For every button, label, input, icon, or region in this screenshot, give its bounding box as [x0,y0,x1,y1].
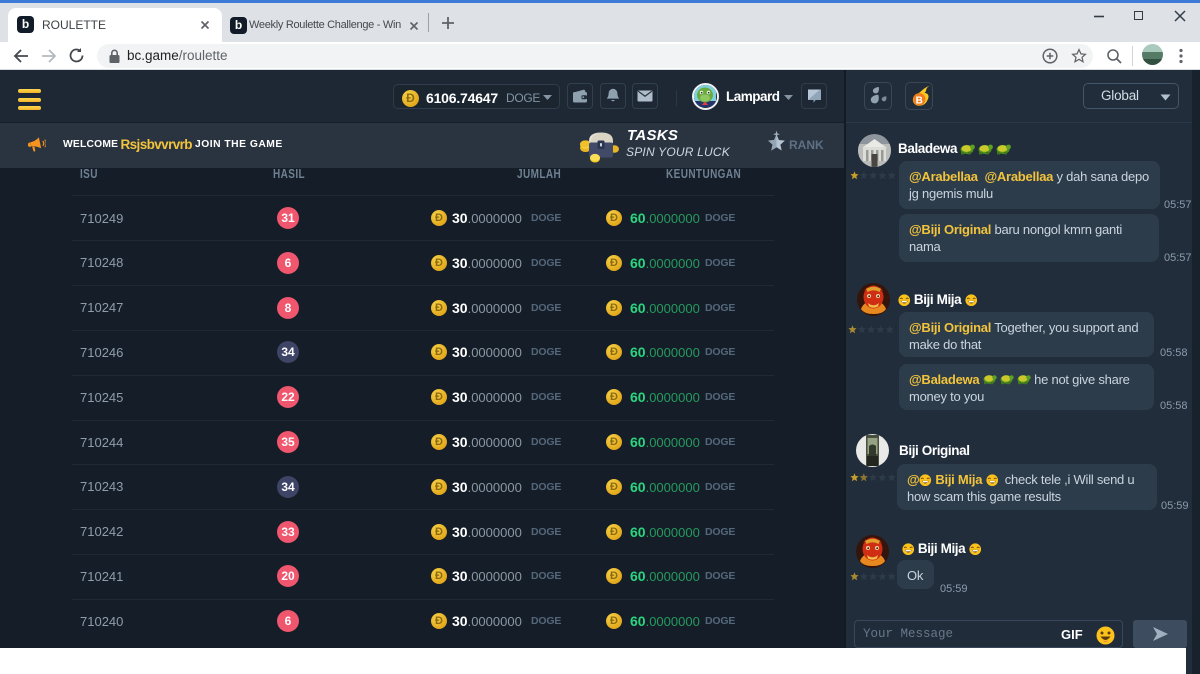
svg-text:B: B [916,95,923,106]
